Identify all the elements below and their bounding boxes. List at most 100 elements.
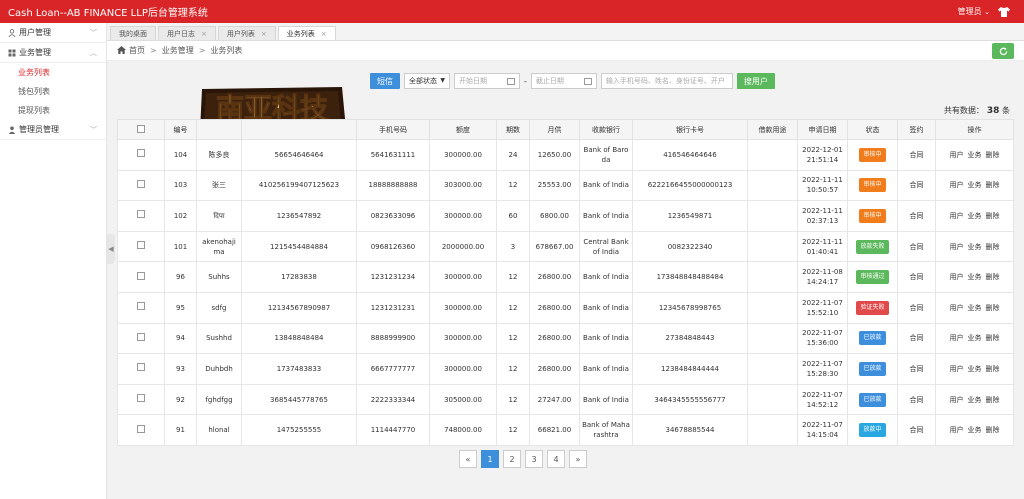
status-badge[interactable]: 验证失败 [856,300,889,315]
close-icon[interactable]: × [201,30,207,38]
row-checkbox[interactable] [137,332,145,341]
business-link[interactable]: 业务 [968,181,982,189]
row-id: 103 [164,169,197,202]
close-icon[interactable]: × [321,30,327,38]
business-link[interactable]: 业务 [968,426,982,434]
delete-link[interactable]: 删除 [986,334,1000,342]
row-contract-link[interactable]: 合同 [897,139,936,171]
business-link[interactable]: 业务 [968,396,982,404]
calendar-icon [583,78,592,85]
row-contract-link[interactable]: 合同 [897,383,936,416]
status-badge[interactable]: 审核中 [859,178,886,193]
next-page-button[interactable]: » [569,450,587,468]
skin-shirt-icon[interactable] [998,6,1010,17]
row-checkbox-cell [117,169,165,202]
search-input[interactable]: 输入手机号码、姓名、身份证号、开户 [600,73,733,89]
status-select-value: 全部状态 [409,77,437,85]
admin-user-menu[interactable]: 管理员 ⌄ [958,6,990,17]
user-link[interactable]: 用户 [950,243,964,251]
row-checkbox[interactable] [137,210,145,219]
row-checkbox[interactable] [137,179,145,188]
tab-3[interactable]: 业务列表 × [277,26,336,40]
sms-button[interactable]: 短信 [370,73,400,89]
business-link[interactable]: 业务 [968,304,982,312]
tab-2[interactable]: 用户列表 × [217,26,276,40]
row-checkbox[interactable] [137,363,145,372]
select-all-checkbox[interactable] [137,124,145,133]
page-button-1[interactable]: 1 [481,450,499,468]
status-badge[interactable]: 审核通过 [856,270,889,285]
user-link[interactable]: 用户 [950,426,964,434]
user-link[interactable]: 用户 [950,365,964,373]
status-select[interactable]: 全部状态 ▼ [404,73,450,89]
status-badge[interactable]: 已放款 [859,392,886,407]
delete-link[interactable]: 删除 [986,426,1000,434]
sidebar-group-1[interactable]: 业务管理 ︿ [0,43,106,63]
row-purpose [747,322,798,355]
sidebar-group-0[interactable]: 用户管理 ﹀ [0,23,106,43]
row-monthly: 12650.00 [529,139,580,171]
user-link[interactable]: 用户 [950,151,964,159]
business-link[interactable]: 业务 [968,334,982,342]
business-link[interactable]: 业务 [968,273,982,281]
status-badge[interactable]: 已放款 [859,361,886,376]
delete-link[interactable]: 删除 [986,365,1000,373]
row-contract-link[interactable]: 合同 [897,322,936,355]
row-checkbox[interactable] [137,241,145,250]
row-checkbox[interactable] [137,394,145,403]
row-contract-link[interactable]: 合同 [897,414,936,446]
status-badge[interactable]: 审核中 [859,147,886,162]
business-link[interactable]: 业务 [968,151,982,159]
user-link[interactable]: 用户 [950,273,964,281]
user-link[interactable]: 用户 [950,212,964,220]
page-button-2[interactable]: 2 [503,450,521,468]
row-contract-link[interactable]: 合同 [897,353,936,385]
status-badge[interactable]: 放款失败 [856,239,889,254]
status-badge[interactable]: 审核中 [859,208,886,223]
row-phone: 8888999900 [356,322,430,355]
row-checkbox[interactable] [137,424,145,433]
delete-link[interactable]: 删除 [986,273,1000,281]
row-contract-link[interactable]: 合同 [897,261,936,293]
end-date-input[interactable]: 截止日期 [530,73,597,89]
status-badge[interactable]: 已放款 [859,331,886,346]
tab-1[interactable]: 用户日志 × [158,26,216,40]
search-user-button[interactable]: 搜用户 [736,73,775,89]
page-button-3[interactable]: 3 [525,450,543,468]
business-link[interactable]: 业务 [968,243,982,251]
business-link[interactable]: 业务 [968,212,982,220]
row-checkbox[interactable] [137,149,145,158]
user-link[interactable]: 用户 [950,304,964,312]
row-contract-link[interactable]: 合同 [897,230,936,263]
sidebar-item-1-1[interactable]: 钱包列表 [0,82,106,101]
sidebar-item-1-2[interactable]: 提现列表 [0,101,106,120]
user-link[interactable]: 用户 [950,181,964,189]
row-contract-link[interactable]: 合同 [897,200,936,232]
delete-link[interactable]: 删除 [986,304,1000,312]
business-link[interactable]: 业务 [968,365,982,373]
sidebar-group-2[interactable]: 管理员管理 ﹀ [0,120,106,140]
breadcrumb-home[interactable]: 首页 [129,45,145,56]
row-checkbox[interactable] [137,302,145,311]
row-checkbox[interactable] [137,271,145,280]
tab-0[interactable]: 我的桌面 [110,26,156,40]
start-date-input[interactable]: 开始日期 [454,73,520,89]
user-link[interactable]: 用户 [950,396,964,404]
delete-link[interactable]: 删除 [986,151,1000,159]
row-checkbox-cell [117,383,165,416]
row-contract-link[interactable]: 合同 [897,169,936,202]
row-contract-link[interactable]: 合同 [897,291,936,324]
prev-page-button[interactable]: « [459,450,477,468]
close-icon[interactable]: × [261,30,267,38]
refresh-button[interactable] [992,43,1014,59]
sidebar-item-1-0[interactable]: 业务列表 [0,63,106,82]
page-button-4[interactable]: 4 [547,450,565,468]
delete-link[interactable]: 删除 [986,181,1000,189]
breadcrumb-business[interactable]: 业务管理 [162,45,194,56]
status-badge[interactable]: 放款中 [859,423,886,438]
sidebar-collapse-handle[interactable]: ◀ [107,234,115,264]
delete-link[interactable]: 删除 [986,212,1000,220]
user-link[interactable]: 用户 [950,334,964,342]
delete-link[interactable]: 删除 [986,396,1000,404]
delete-link[interactable]: 删除 [986,243,1000,251]
